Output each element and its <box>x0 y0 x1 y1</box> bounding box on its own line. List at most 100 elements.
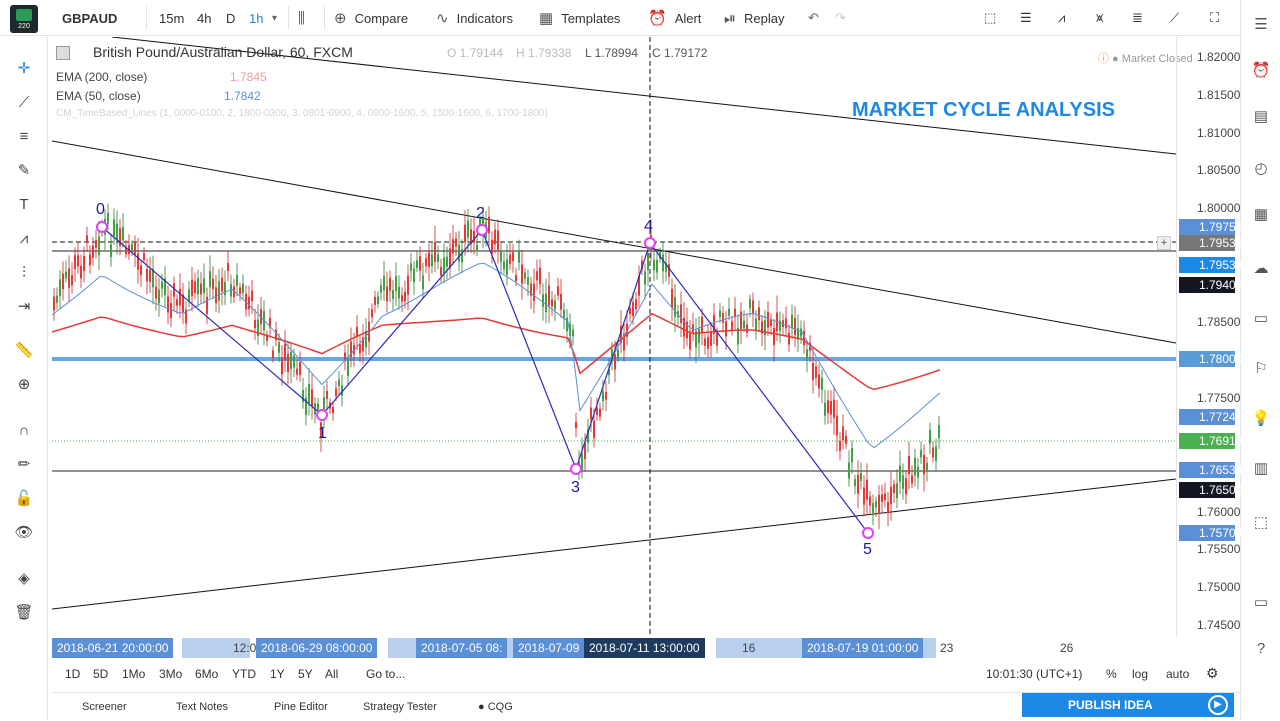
candle-body <box>173 283 175 297</box>
chart-pane[interactable] <box>52 37 1176 637</box>
select-layout-icon[interactable]: ⬚ <box>984 0 996 36</box>
range-6mo[interactable]: 6Mo <box>195 667 218 681</box>
range-3mo[interactable]: 3Mo <box>159 667 182 681</box>
streams-icon[interactable]: ⚐ <box>1249 356 1273 380</box>
range-1mo[interactable]: 1Mo <box>122 667 145 681</box>
log-toggle[interactable]: log <box>1132 667 1148 681</box>
candle-body <box>698 329 700 343</box>
help-icon[interactable]: ? <box>1249 636 1273 660</box>
prediction-icon[interactable]: ⫶ <box>12 261 36 283</box>
publish-idea-button[interactable]: PUBLISH IDEA <box>1022 693 1234 717</box>
elliott-wave-icon[interactable]: ⩘ <box>1058 0 1065 36</box>
wave-label-1[interactable]: 1 <box>318 425 327 443</box>
screenshot-icon[interactable]: ⬚ <box>1249 510 1273 534</box>
candle-body <box>299 362 301 376</box>
hotlist-icon[interactable]: ◴ <box>1249 156 1273 180</box>
calendar-icon[interactable]: ▦ <box>1249 202 1273 226</box>
wave-label-5[interactable]: 5 <box>863 541 872 559</box>
annotation-text[interactable]: MARKET CYCLE ANALYSIS <box>852 99 1115 122</box>
range-5d[interactable]: 5D <box>93 667 108 681</box>
interval-1h[interactable]: 1h <box>249 0 263 36</box>
layers-icon[interactable]: ◈ <box>12 567 36 589</box>
watchlist-icon[interactable]: ☰ <box>1249 12 1273 36</box>
compare-button[interactable]: ⊕ Compare <box>334 0 408 36</box>
pencil-lock-icon[interactable]: ✏ <box>12 453 36 475</box>
range-all[interactable]: All <box>325 667 338 681</box>
idea-bulb-icon[interactable]: 💡 <box>1249 406 1273 430</box>
price-tick: 1.81500 <box>1197 88 1241 102</box>
ruler-icon[interactable]: 📏 <box>12 339 36 361</box>
layout-icon[interactable]: ▭ <box>1249 590 1273 614</box>
price-axis[interactable]: 1.82000 1.81500 1.81000 1.80500 1.80000 … <box>1176 37 1242 637</box>
fullscreen-icon[interactable]: ⛶ <box>1210 0 1219 36</box>
indicators-button[interactable]: ∿ Indicators <box>436 0 513 36</box>
tab-text-notes[interactable]: Text Notes <box>176 693 228 721</box>
undo-icon[interactable]: ↶ <box>808 0 819 36</box>
price-tick: 1.80000 <box>1197 201 1241 215</box>
chevron-down-icon[interactable]: ▾ <box>272 0 277 36</box>
alert-button[interactable]: ⏰ Alert <box>648 0 701 36</box>
pattern-icon[interactable]: ⩙ <box>1096 0 1103 36</box>
templates-button[interactable]: ▦ Templates <box>539 0 620 36</box>
range-5y[interactable]: 5Y <box>298 667 313 681</box>
compare-label: Compare <box>354 10 409 26</box>
go-to-date-button[interactable]: Go to... <box>366 667 405 681</box>
percent-toggle[interactable]: % <box>1106 667 1117 681</box>
pattern-tool-icon[interactable]: ⩘ <box>12 227 36 249</box>
chart-style-button[interactable]: ⫼ <box>298 0 313 36</box>
zoom-icon[interactable]: ⊕ <box>12 373 36 395</box>
candle-body <box>278 342 280 353</box>
chat-icon[interactable]: ▭ <box>1249 306 1273 330</box>
time-axis[interactable]: 2018-06-21 20:00:00 12:0 2018-06-29 08:0… <box>52 638 1176 660</box>
text-tool-icon[interactable]: T <box>12 193 36 215</box>
interval-4h[interactable]: 4h <box>197 0 211 36</box>
object-tree-icon[interactable]: ☰ <box>1020 0 1032 36</box>
lock-icon[interactable]: 🔓 <box>12 487 36 509</box>
wave-label-4[interactable]: 4 <box>644 218 653 236</box>
candle-body <box>908 455 910 475</box>
wave-label-2[interactable]: 2 <box>476 205 485 223</box>
interval-15m[interactable]: 15m <box>159 0 184 36</box>
data-window-icon[interactable]: ▤ <box>1249 104 1273 128</box>
candle-body <box>407 275 409 295</box>
trash-icon[interactable]: 🗑 <box>12 601 36 623</box>
crosshair-icon[interactable]: ✛ <box>12 57 36 79</box>
replay-button[interactable]: ⏯ Replay <box>724 0 784 36</box>
candle-body <box>875 501 877 508</box>
add-plus-icon[interactable]: + <box>1157 236 1171 250</box>
brush-icon[interactable]: ✎ <box>12 159 36 181</box>
horizontal-lines-icon[interactable]: ≡ <box>12 125 36 147</box>
settings-gear-icon[interactable]: ⚙ <box>1206 665 1219 682</box>
tab-strategy-tester[interactable]: Strategy Tester <box>363 693 437 721</box>
collapse-icon[interactable]: ⇥ <box>12 295 36 317</box>
eye-icon[interactable]: 👁 <box>12 521 36 543</box>
trendline-icon[interactable]: ⟋ <box>1170 0 1179 36</box>
range-1d[interactable]: 1D <box>65 667 80 681</box>
trendline-tool-icon[interactable]: ⟋ <box>12 91 36 113</box>
dom-icon[interactable]: ▥ <box>1249 456 1273 480</box>
tab-cqg[interactable]: ● CQG <box>478 693 513 721</box>
wave-label-3[interactable]: 3 <box>571 479 580 497</box>
interval-d[interactable]: D <box>226 0 235 36</box>
app-logo[interactable]: 220 <box>10 5 38 33</box>
list-icon[interactable]: ≣ <box>1132 0 1143 36</box>
wave-label-0[interactable]: 0 <box>96 201 105 219</box>
symbol-search[interactable]: GBPAUD <box>62 0 117 36</box>
wave-point <box>644 237 656 249</box>
range-1y[interactable]: 1Y <box>270 667 285 681</box>
alarm-clock-icon[interactable]: ⏰ <box>1249 58 1273 82</box>
candle-body <box>248 296 250 310</box>
candle-body <box>590 407 592 420</box>
play-icon[interactable]: ▶ <box>1208 695 1228 715</box>
candle-body <box>860 473 862 481</box>
redo-icon[interactable]: ↷ <box>835 0 846 36</box>
collapse-legend-icon[interactable] <box>56 46 70 60</box>
ideas-icon[interactable]: ☁ <box>1249 256 1273 280</box>
candle-body <box>758 307 760 321</box>
tab-screener[interactable]: Screener <box>82 693 127 721</box>
clock-timezone[interactable]: 10:01:30 (UTC+1) <box>986 667 1082 681</box>
auto-toggle[interactable]: auto <box>1166 667 1189 681</box>
range-ytd[interactable]: YTD <box>232 667 256 681</box>
tab-pine-editor[interactable]: Pine Editor <box>274 693 328 721</box>
magnet-icon[interactable]: ∩ <box>12 419 36 441</box>
